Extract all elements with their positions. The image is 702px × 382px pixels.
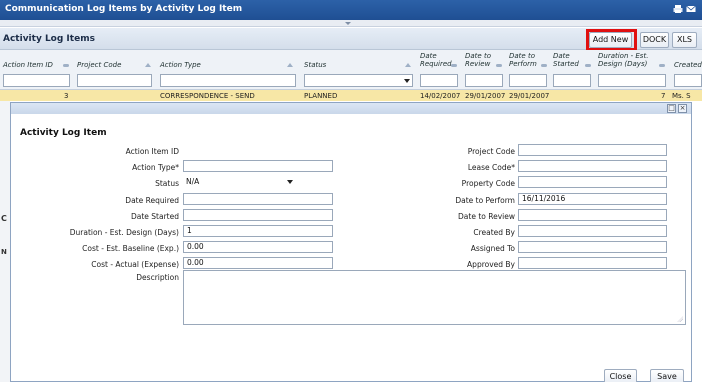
column-header[interactable]: Date to Perform bbox=[509, 52, 539, 68]
filter-date-started[interactable] bbox=[553, 74, 591, 87]
label-lease-code: Lease Code* bbox=[467, 163, 515, 172]
sort-icon[interactable] bbox=[63, 64, 69, 67]
column-header[interactable]: Date Started bbox=[553, 52, 579, 68]
sort-icon[interactable] bbox=[145, 63, 151, 67]
label-approved-by: Approved By bbox=[467, 260, 515, 269]
filter-status[interactable] bbox=[304, 74, 413, 87]
dock-button[interactable]: DOCK bbox=[640, 32, 669, 48]
label-date-required: Date Required bbox=[125, 196, 179, 205]
cell-created: Ms. S bbox=[672, 92, 691, 100]
close-button[interactable]: Close bbox=[604, 369, 637, 382]
sort-icon[interactable] bbox=[541, 64, 547, 67]
window-titlebar: Communication Log Items by Activity Log … bbox=[0, 0, 702, 20]
duration-input[interactable]: 1 bbox=[183, 225, 333, 237]
window-title: Communication Log Items by Activity Log … bbox=[5, 4, 243, 14]
label-date-started: Date Started bbox=[130, 212, 179, 221]
cost-baseline-input[interactable]: 0.00 bbox=[183, 241, 333, 253]
label-date-to-review: Date to Review bbox=[458, 212, 515, 221]
sort-icon[interactable] bbox=[585, 64, 591, 67]
filter-created[interactable] bbox=[674, 74, 702, 87]
date-started-input[interactable] bbox=[183, 209, 333, 221]
sort-icon[interactable] bbox=[659, 64, 665, 67]
description-textarea[interactable] bbox=[183, 270, 686, 325]
filter-project-code[interactable] bbox=[77, 74, 152, 87]
project-code-input[interactable] bbox=[518, 144, 667, 156]
table-row[interactable]: 3 CORRESPONDENCE - SEND PLANNED 14/02/20… bbox=[0, 90, 702, 101]
cost-actual-input[interactable]: 0.00 bbox=[183, 257, 333, 269]
label-project-code: Project Code bbox=[467, 147, 515, 156]
label-date-to-perform: Date to Perform bbox=[455, 196, 515, 205]
cell-id: 3 bbox=[64, 92, 69, 100]
sort-icon[interactable] bbox=[451, 64, 457, 67]
mail-icon[interactable] bbox=[686, 4, 696, 14]
column-header[interactable]: Status bbox=[304, 61, 326, 69]
date-to-perform-input[interactable]: 16/11/2016 bbox=[518, 193, 667, 205]
cell-date-to-perform: 29/01/2007 bbox=[509, 92, 550, 100]
label-action-type: Action Type* bbox=[132, 163, 179, 172]
filter-date-to-review[interactable] bbox=[465, 74, 503, 87]
label-description: Description bbox=[136, 273, 179, 282]
cell-date-to-review: 29/01/2007 bbox=[465, 92, 506, 100]
activity-log-item-dialog: □ × Activity Log Item Action Item ID Act… bbox=[10, 102, 692, 382]
maximize-icon[interactable]: □ bbox=[667, 104, 676, 113]
sort-icon[interactable] bbox=[287, 63, 293, 67]
column-header[interactable]: Duration - Est. Design (Days) bbox=[598, 52, 656, 68]
cell-duration: 7 bbox=[661, 92, 666, 100]
save-button[interactable]: Save bbox=[650, 369, 684, 382]
panel-splitter[interactable] bbox=[0, 20, 702, 27]
status-selected-value: N/A bbox=[186, 177, 200, 186]
filter-date-required[interactable] bbox=[420, 74, 458, 87]
filter-action-type[interactable] bbox=[160, 74, 296, 87]
highlight-box bbox=[586, 29, 637, 51]
column-header[interactable]: Date to Review bbox=[465, 52, 495, 68]
dropdown-arrow-icon[interactable] bbox=[287, 180, 293, 184]
property-code-input[interactable] bbox=[518, 176, 667, 188]
column-header[interactable]: Action Item ID bbox=[3, 61, 53, 69]
dialog-titlebar: □ × bbox=[11, 103, 691, 114]
printer-icon[interactable] bbox=[673, 4, 683, 14]
dialog-title: Activity Log Item bbox=[20, 128, 107, 138]
assigned-to-input[interactable] bbox=[518, 241, 667, 253]
label-cost-actual: Cost - Actual (Expense) bbox=[91, 260, 179, 269]
action-item-id-value bbox=[183, 145, 186, 157]
column-header[interactable]: Project Code bbox=[77, 61, 121, 69]
sort-icon[interactable] bbox=[405, 63, 411, 67]
xls-button[interactable]: XLS bbox=[672, 32, 697, 48]
filter-action-item-id[interactable] bbox=[3, 74, 70, 87]
cell-action-type: CORRESPONDENCE - SEND bbox=[160, 92, 255, 100]
status-select[interactable]: N/A bbox=[183, 176, 295, 188]
hidden-section-letter: C bbox=[1, 214, 7, 223]
grid-header: Action Item ID Project Code Action Type … bbox=[0, 50, 702, 90]
background-panel-edge: C N bbox=[0, 101, 10, 382]
column-header[interactable]: Date Required bbox=[420, 52, 452, 68]
close-icon[interactable]: × bbox=[678, 104, 687, 113]
label-created-by: Created By bbox=[473, 228, 515, 237]
filter-duration[interactable] bbox=[598, 74, 666, 87]
collapse-arrow-icon[interactable] bbox=[345, 22, 351, 25]
sort-icon[interactable] bbox=[496, 64, 502, 67]
date-to-review-input[interactable] bbox=[518, 209, 667, 221]
column-header[interactable]: Created bbox=[674, 61, 702, 69]
panel-title: Activity Log Items bbox=[3, 34, 95, 44]
label-action-item-id: Action Item ID bbox=[125, 147, 179, 156]
created-by-input[interactable] bbox=[518, 225, 667, 237]
label-status: Status bbox=[155, 179, 179, 188]
action-type-input[interactable] bbox=[183, 160, 333, 172]
resize-grip-icon[interactable] bbox=[677, 316, 683, 322]
filter-date-to-perform[interactable] bbox=[509, 74, 547, 87]
lease-code-input[interactable] bbox=[518, 160, 667, 172]
cell-date-required: 14/02/2007 bbox=[420, 92, 461, 100]
label-cost-baseline: Cost - Est. Baseline (Exp.) bbox=[82, 244, 179, 253]
date-required-input[interactable] bbox=[183, 193, 333, 205]
label-duration: Duration - Est. Design (Days) bbox=[69, 228, 179, 237]
label-assigned-to: Assigned To bbox=[470, 244, 515, 253]
dropdown-arrow-icon[interactable] bbox=[404, 79, 410, 83]
label-property-code: Property Code bbox=[461, 179, 515, 188]
column-header[interactable]: Action Type bbox=[160, 61, 201, 69]
hidden-section-letter: N bbox=[1, 248, 7, 256]
approved-by-input[interactable] bbox=[518, 257, 667, 269]
cell-status: PLANNED bbox=[304, 92, 338, 100]
